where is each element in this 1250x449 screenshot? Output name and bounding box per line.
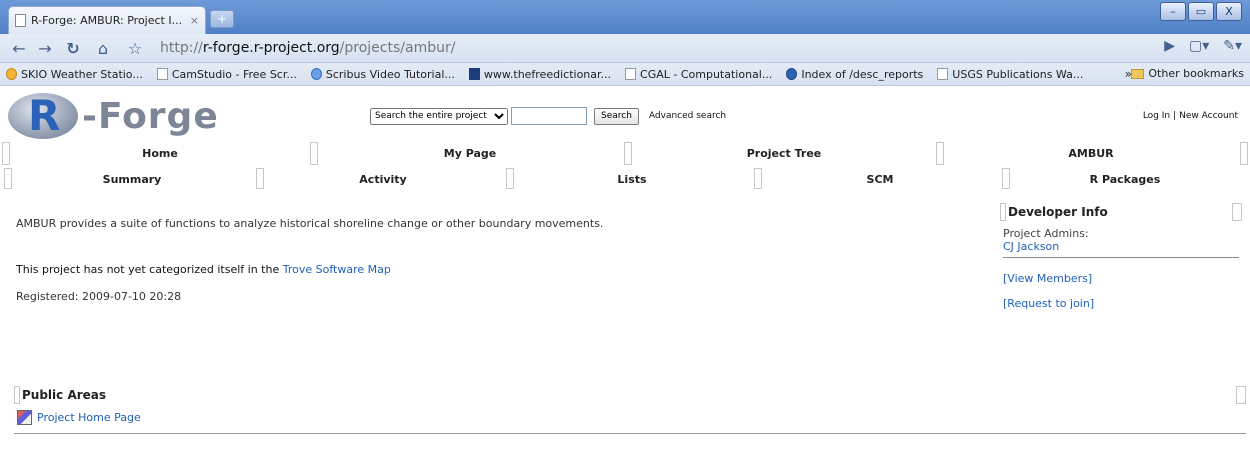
- address-bar[interactable]: http://r-forge.r-project.org/projects/am…: [160, 37, 1110, 59]
- folder-icon: [1131, 68, 1145, 79]
- tab-separator: [936, 142, 944, 165]
- tab-my-page[interactable]: My Page: [320, 147, 620, 160]
- tfd-icon: [468, 68, 480, 80]
- video-icon: [310, 68, 322, 80]
- developer-info-title: Developer Info: [1008, 205, 1108, 219]
- tab-separator: [1002, 168, 1010, 189]
- box-corner: [1232, 203, 1242, 221]
- divider: [14, 433, 1246, 434]
- page-icon: [156, 68, 168, 80]
- search-button[interactable]: Search: [594, 107, 639, 125]
- tab-separator: [624, 142, 632, 165]
- minimize-button[interactable]: –: [1160, 2, 1186, 21]
- tab-separator: [1240, 142, 1248, 165]
- bookmark-item[interactable]: USGS Publications Wa...: [937, 68, 1083, 81]
- tab-activity[interactable]: Activity: [262, 173, 504, 186]
- other-bookmarks-button[interactable]: Other bookmarks: [1131, 67, 1244, 80]
- browser-titlebar: R-Forge: AMBUR: Project I... × + – ▭ X: [0, 0, 1250, 34]
- tab-close-icon[interactable]: ×: [190, 14, 199, 27]
- tab-title: R-Forge: AMBUR: Project I...: [31, 14, 183, 27]
- admin-link[interactable]: CJ Jackson: [1003, 240, 1240, 253]
- project-home-icon: [17, 410, 32, 425]
- noaa-icon: [786, 68, 798, 80]
- page-icon: [937, 68, 949, 80]
- browser-tab[interactable]: R-Forge: AMBUR: Project I... ×: [8, 6, 206, 34]
- box-corner: [1236, 386, 1246, 404]
- login-link[interactable]: Log In: [1143, 111, 1170, 121]
- tab-r-packages[interactable]: R Packages: [1010, 173, 1240, 186]
- bookmark-item[interactable]: Scribus Video Tutorial...: [310, 68, 455, 81]
- bookmarks-bar: SKIO Weather Statio... CamStudio - Free …: [0, 63, 1250, 86]
- back-arrow-icon[interactable]: ←: [8, 38, 30, 60]
- search-scope-select[interactable]: Search the entire project: [370, 107, 508, 125]
- star-icon[interactable]: ☆: [124, 38, 146, 60]
- tab-project-tree[interactable]: Project Tree: [634, 147, 934, 160]
- public-areas-box: Public Areas Project Home Page: [14, 386, 1246, 434]
- box-corner: [1000, 203, 1006, 221]
- new-account-link[interactable]: New Account: [1179, 111, 1238, 121]
- bookmark-item[interactable]: www.thefreedictionar...: [468, 68, 611, 81]
- account-links: Log In | New Account: [1142, 111, 1238, 121]
- tab-separator: [2, 142, 10, 165]
- forward-arrow-icon[interactable]: →: [34, 38, 56, 60]
- project-description: AMBUR provides a suite of functions to a…: [16, 217, 604, 230]
- reload-icon[interactable]: ↻: [62, 38, 84, 60]
- public-areas-title: Public Areas: [22, 388, 107, 402]
- advanced-search-link[interactable]: Advanced search: [649, 111, 726, 121]
- bookmark-item[interactable]: CGAL - Computational...: [625, 68, 772, 81]
- box-corner: [14, 386, 20, 404]
- bookmark-item[interactable]: CamStudio - Free Scr...: [156, 68, 297, 81]
- maximize-button[interactable]: ▭: [1188, 2, 1214, 21]
- sun-icon: [6, 68, 17, 80]
- project-admins-label: Project Admins:: [1003, 227, 1089, 240]
- tab-home[interactable]: Home: [10, 147, 310, 160]
- tab-ambur[interactable]: AMBUR: [946, 147, 1236, 160]
- view-members-link[interactable]: [View Members]: [1003, 272, 1240, 285]
- page-icon: [625, 68, 637, 80]
- page-menu-icon[interactable]: ▢▾: [1189, 38, 1209, 54]
- page-action-icon[interactable]: ▶: [1164, 38, 1175, 54]
- divider: [1003, 257, 1239, 258]
- page-icon: [15, 14, 26, 27]
- window-controls: – ▭ X: [1158, 2, 1242, 21]
- tab-lists[interactable]: Lists: [512, 173, 752, 186]
- project-nav: Summary Activity Lists SCM R Packages: [0, 168, 1250, 192]
- new-tab-button[interactable]: +: [210, 10, 234, 28]
- rforge-logo[interactable]: R -Forge: [8, 88, 219, 144]
- close-window-button[interactable]: X: [1216, 2, 1242, 21]
- request-join-link[interactable]: [Request to join]: [1003, 297, 1240, 310]
- developer-info-box: Developer Info Project Admins: CJ Jackso…: [1000, 203, 1242, 310]
- registered-date: Registered: 2009-07-10 20:28: [16, 290, 182, 303]
- bookmark-item[interactable]: SKIO Weather Statio...: [6, 68, 143, 81]
- home-icon[interactable]: ⌂: [92, 38, 114, 60]
- project-home-link[interactable]: Project Home Page: [37, 411, 141, 424]
- tab-summary[interactable]: Summary: [10, 173, 254, 186]
- trove-map-link[interactable]: Trove Software Map: [283, 263, 391, 276]
- search-input[interactable]: [511, 107, 587, 125]
- wrench-icon[interactable]: ✎▾: [1223, 38, 1242, 54]
- search-form: Search the entire project Search Advance…: [370, 107, 726, 125]
- browser-toolbar: ← → ↻ ⌂ ☆ http://r-forge.r-project.org/p…: [0, 34, 1250, 63]
- bookmark-item[interactable]: Index of /desc_reports: [786, 68, 923, 81]
- tab-separator: [310, 142, 318, 165]
- tab-scm[interactable]: SCM: [760, 173, 1000, 186]
- trove-notice: This project has not yet categorized its…: [16, 263, 391, 276]
- main-nav: Home My Page Project Tree AMBUR: [0, 142, 1250, 166]
